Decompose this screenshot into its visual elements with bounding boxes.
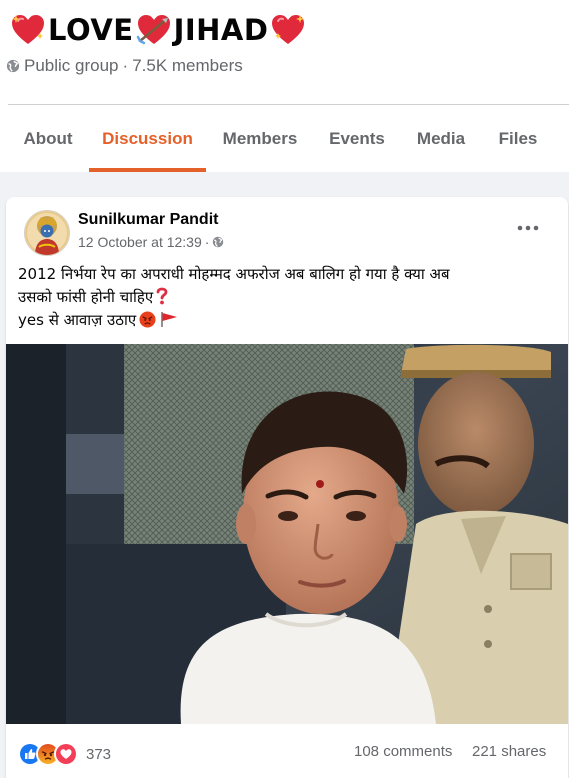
angry-face-icon bbox=[139, 311, 156, 328]
meta-separator: · bbox=[122, 56, 129, 75]
red-flag-icon bbox=[159, 310, 179, 328]
post-text-line-3: yes से आवाज़ उठाए bbox=[18, 311, 137, 329]
post-timestamp[interactable]: 12 October at 12:39 bbox=[78, 234, 202, 250]
globe-icon bbox=[212, 236, 224, 248]
reactions-count: 373 bbox=[86, 745, 112, 763]
tab-events[interactable]: Events bbox=[320, 105, 394, 172]
more-dots-icon bbox=[517, 225, 539, 231]
post-text-line-1: 2012 निर्भया रेप का अपराधी मोहम्मद अफरोज… bbox=[18, 265, 450, 283]
sparkling-heart-icon bbox=[10, 13, 46, 47]
group-members-count[interactable]: 7.5K members bbox=[132, 56, 243, 76]
post-meta: 12 October at 12:39 · bbox=[78, 234, 224, 250]
globe-icon bbox=[6, 59, 20, 73]
group-title-text-2: JIHAD bbox=[173, 13, 269, 47]
post-footer: 373 108 comments 221 shares bbox=[6, 724, 568, 778]
group-tabs: About Discussion Members Events Media Fi… bbox=[0, 105, 569, 172]
post-meta-separator: · bbox=[204, 234, 210, 250]
post-text-line-3-wrap: yes से आवाज़ उठाए bbox=[18, 309, 558, 332]
post-author[interactable]: Sunilkumar Pandit bbox=[78, 211, 218, 229]
shares-count[interactable]: 221 shares bbox=[472, 743, 546, 760]
more-options-button[interactable] bbox=[510, 217, 546, 239]
avatar[interactable] bbox=[24, 210, 70, 256]
active-tab-indicator bbox=[89, 168, 206, 172]
tab-about[interactable]: About bbox=[10, 105, 86, 172]
love-icon bbox=[54, 742, 78, 766]
tab-members[interactable]: Members bbox=[212, 105, 308, 172]
red-question-mark-icon bbox=[156, 287, 168, 305]
tab-discussion[interactable]: Discussion bbox=[89, 105, 206, 172]
tab-media[interactable]: Media bbox=[406, 105, 476, 172]
reactions-summary[interactable]: 373 bbox=[18, 742, 111, 766]
group-title-text-1: LOVE bbox=[48, 13, 134, 47]
post-text-line-2-wrap: उसको फांसी होनी चाहिए bbox=[18, 286, 558, 309]
heart-with-arrow-icon bbox=[136, 13, 172, 47]
group-header: LOVE JIHAD Public group · 7.5K members A… bbox=[0, 0, 569, 172]
post-text: 2012 निर्भया रेप का अपराधी मोहम्मद अफरोज… bbox=[18, 263, 558, 332]
post-image[interactable] bbox=[6, 344, 568, 724]
comments-count[interactable]: 108 comments bbox=[354, 743, 452, 760]
post-card: Sunilkumar Pandit 12 October at 12:39 · … bbox=[6, 197, 568, 778]
sparkling-heart-icon bbox=[270, 13, 306, 47]
group-meta: Public group · 7.5K members bbox=[6, 56, 243, 76]
group-privacy: Public group bbox=[24, 56, 119, 75]
post-text-line-2: उसको फांसी होनी चाहिए bbox=[18, 288, 154, 306]
group-title[interactable]: LOVE JIHAD bbox=[8, 10, 308, 50]
tab-files[interactable]: Files bbox=[490, 105, 546, 172]
